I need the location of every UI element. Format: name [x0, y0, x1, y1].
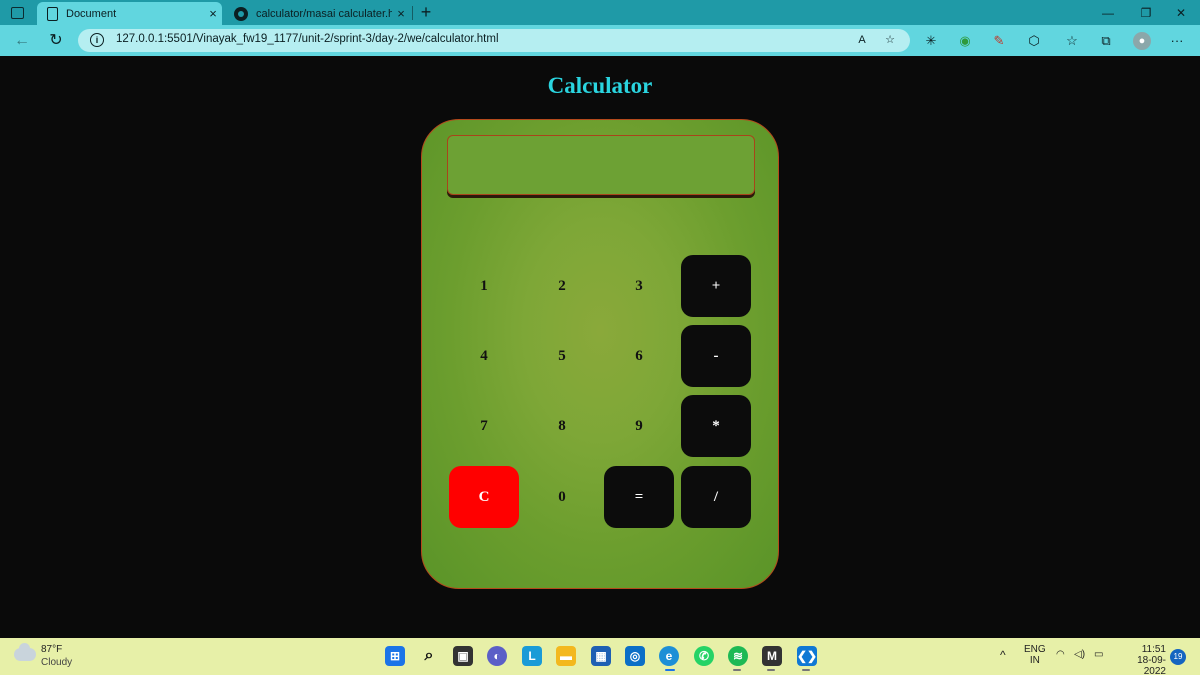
tab-actions-icon[interactable] [10, 5, 25, 20]
l-app-icon[interactable]: L [522, 646, 542, 666]
restore-button[interactable]: ❐ [1133, 4, 1159, 22]
spotify-icon[interactable]: ≋ [728, 646, 748, 666]
language-code: ENG [1024, 644, 1046, 655]
clock-time: 11:51 [1141, 644, 1166, 655]
collections-icon[interactable]: ⧉ [1097, 32, 1115, 50]
page-title: Calculator [547, 73, 653, 98]
close-window-button[interactable]: ✕ [1168, 4, 1194, 22]
weather-condition[interactable]: Cloudy [41, 657, 72, 668]
file-explorer-icon[interactable]: ▬ [556, 646, 576, 666]
taskbar: 87°F Cloudy ⊞ ⌕ ▣ ◐ L ▬ ▦ ◎ e ✆ ≋ M ❮❯ ^… [0, 638, 1200, 675]
document-icon [47, 6, 58, 21]
color-picker-icon[interactable]: ✎ [990, 32, 1008, 50]
m-app-running-indicator [767, 669, 775, 671]
key-divide-button[interactable]: / [681, 466, 751, 528]
language-indicator[interactable]: ENG IN [1024, 644, 1046, 666]
key-0-button[interactable]: 0 [527, 466, 597, 528]
battery-icon[interactable]: ▭ [1094, 649, 1103, 660]
key-2-button[interactable]: 2 [527, 255, 597, 317]
clock[interactable]: 11:51 18-09-2022 [1118, 644, 1166, 675]
tab-close-icon[interactable]: × [204, 6, 222, 21]
tab-close-icon[interactable]: × [392, 6, 410, 21]
key-multiply-button[interactable]: * [681, 395, 751, 457]
tab-github[interactable]: calculator/masai calculater.html × [224, 2, 410, 25]
vscode-running-indicator [802, 669, 810, 671]
clock-date: 18-09-2022 [1137, 655, 1166, 675]
key-3-button[interactable]: 3 [604, 255, 674, 317]
read-aloud-icon[interactable]: A [854, 32, 870, 48]
tab-label: Document [66, 7, 117, 20]
m-app-icon[interactable]: M [762, 646, 782, 666]
key-equals-button[interactable]: = [604, 466, 674, 528]
grammarly-icon[interactable]: ◉ [956, 32, 974, 50]
key-1-button[interactable]: 1 [449, 255, 519, 317]
outlook-icon[interactable]: ◎ [625, 646, 645, 666]
language-region: IN [1029, 655, 1040, 666]
key-8-button[interactable]: 8 [527, 395, 597, 457]
edge-icon[interactable]: e [659, 646, 679, 666]
search-icon[interactable]: ⌕ [419, 646, 439, 666]
key-minus-button[interactable]: - [681, 325, 751, 387]
calculator-display [447, 135, 755, 195]
task-view-icon[interactable]: ▣ [453, 646, 473, 666]
teams-chat-icon[interactable]: ◐ [487, 646, 507, 666]
vscode-icon[interactable]: ❮❯ [797, 646, 817, 666]
new-tab-button[interactable]: + [417, 2, 435, 22]
favorites-icon[interactable]: ☆ [1063, 32, 1081, 50]
windows-start-icon[interactable]: ⊞ [385, 646, 405, 666]
key-9-button[interactable]: 9 [604, 395, 674, 457]
github-icon [234, 6, 248, 21]
profile-avatar-icon[interactable]: ● [1133, 32, 1151, 50]
key-plus-button[interactable]: + [681, 255, 751, 317]
minimize-button[interactable]: — [1095, 4, 1121, 22]
page-viewport: Calculator 1 2 3 +4 5 6- 7 8 9 * C 0 = / [0, 56, 1200, 638]
show-hidden-icons-chevron-icon[interactable]: ^ [1000, 648, 1006, 662]
wifi-icon[interactable]: ◠ [1056, 649, 1065, 660]
key-clear-button[interactable]: C [449, 466, 519, 528]
extensions-puzzle-icon[interactable]: ⬡ [1025, 32, 1043, 50]
notification-badge[interactable]: 19 [1170, 649, 1186, 665]
tab-document[interactable]: Document × [37, 2, 222, 25]
calculator-body: 1 2 3 +4 5 6- 7 8 9 * C 0 = / [421, 119, 779, 589]
edge-active-indicator [665, 669, 675, 671]
whatsapp-icon[interactable]: ✆ [694, 646, 714, 666]
key-4-button[interactable]: 4 [449, 325, 519, 387]
cloud-icon[interactable] [14, 643, 36, 661]
refresh-icon[interactable]: ↻ [46, 31, 66, 51]
key-7-button[interactable]: 7 [449, 395, 519, 457]
microsoft-store-icon[interactable]: ▦ [591, 646, 611, 666]
favorite-star-icon[interactable]: ☆ [882, 32, 898, 48]
volume-icon[interactable]: ◁) [1074, 649, 1085, 660]
tab-divider [412, 6, 413, 20]
extension-icon[interactable]: ✳ [922, 32, 940, 50]
spotify-running-indicator [733, 669, 741, 671]
more-menu-icon[interactable]: ··· [1168, 32, 1186, 50]
address-bar[interactable]: i 127.0.0.1:5501/Vinayak_fw19_1177/unit-… [78, 29, 910, 52]
address-bar-row: ← ↻ i 127.0.0.1:5501/Vinayak_fw19_1177/u… [0, 25, 1200, 56]
browser-tab-bar: Document × calculator/masai calculater.h… [0, 0, 1200, 25]
tab-label: calculator/masai calculater.html [256, 7, 392, 20]
weather-temperature[interactable]: 87°F [41, 644, 62, 655]
key-5-button[interactable]: 5 [527, 325, 597, 387]
site-info-icon[interactable]: i [90, 33, 104, 47]
key-6-button[interactable]: 6 [604, 325, 674, 387]
url-text[interactable]: 127.0.0.1:5501/Vinayak_fw19_1177/unit-2/… [116, 33, 499, 45]
back-arrow-icon[interactable]: ← [12, 31, 32, 51]
